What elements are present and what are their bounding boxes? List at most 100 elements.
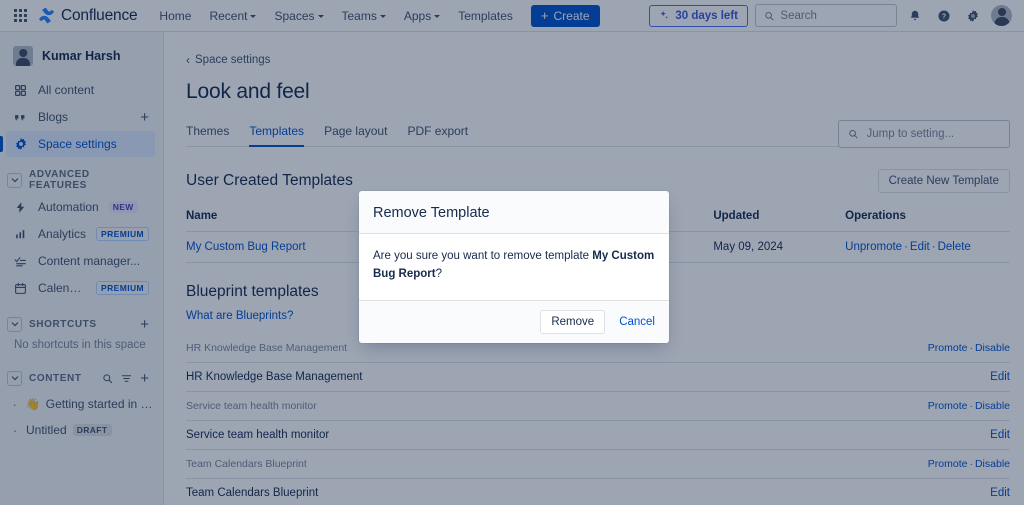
section-header-shortcuts: Shortcuts + [0,311,163,337]
user-avatar[interactable] [991,5,1012,26]
cell-blueprint-name: Service team health monitor [186,420,749,450]
what-are-blueprints-link[interactable]: What are Blueprints? [186,310,293,322]
nav-link-apps[interactable]: Apps [396,4,448,28]
nav-link-templates[interactable]: Templates [450,4,521,28]
nav-link-label: Recent [209,8,248,23]
avatar-head [19,49,27,57]
nav-link-recent[interactable]: Recent [201,4,264,28]
table-row: HR Knowledge Base Management Edit [186,362,1010,392]
global-search-box[interactable] [755,4,897,27]
chevron-down-icon [434,14,441,18]
promote-link[interactable]: Promote [928,400,968,412]
user-templates-header: User Created Templates Create New Templa… [186,169,1010,193]
trial-days-button[interactable]: 30 days left [649,4,748,27]
space-header[interactable]: Kumar Harsh [0,40,163,76]
sidebar-item-automation[interactable]: Automation New [6,194,155,220]
confluence-mark-icon [39,7,54,24]
edit-link[interactable]: Edit [990,487,1010,499]
tab-label: Page layout [324,124,388,138]
sidebar-item-blogs[interactable]: Blogs + [6,104,155,130]
cell-updated: May 09, 2024 [713,231,846,263]
add-shortcut-icon[interactable]: + [140,317,149,332]
sidebar-item-space-settings[interactable]: Space settings [0,131,155,157]
content-tree-item-getting-started[interactable]: · 👋 Getting started in C... [0,391,163,417]
cancel-button[interactable]: Cancel [619,316,655,328]
nav-link-spaces[interactable]: Spaces [266,4,331,28]
promote-link[interactable]: Promote [928,458,968,470]
cell-operations: Unpromote · Edit · Delete [845,231,1010,263]
app-switcher-icon[interactable] [8,4,32,28]
edit-link[interactable]: Edit [990,429,1010,441]
help-icon: ? [938,9,950,22]
add-blog-icon[interactable]: + [140,110,149,125]
cell-blueprint-name: Service team health monitor [186,391,749,421]
trial-days-label: 30 days left [675,9,738,22]
promote-link[interactable]: Promote [928,342,968,354]
section-title: Content [29,372,82,384]
sidebar-item-analytics[interactable]: Analytics Premium [6,221,155,247]
sidebar-item-label: Calendars [38,281,86,295]
bar-chart-icon [13,227,28,242]
section-title: Advanced features [29,169,90,191]
chevron-down-icon[interactable] [7,172,22,188]
disable-link[interactable]: Disable [975,400,1010,412]
sidebar-item-calendars[interactable]: Calendars Premium [6,275,155,301]
tab-templates[interactable]: Templates [249,124,304,147]
search-icon[interactable] [102,373,113,384]
cell-operations: Promote · Disable [748,334,1010,363]
nav-link-teams[interactable]: Teams [334,4,394,28]
notifications-button[interactable] [904,5,926,27]
tab-page-layout[interactable]: Page layout [324,124,387,146]
section-header-content: Content + [0,365,163,391]
space-avatar [13,46,33,66]
sparkle-icon [660,10,669,19]
svg-text:?: ? [942,13,946,20]
remove-confirm-button[interactable]: Remove [540,309,606,334]
section-header-advanced-features: Advanced features [0,167,163,193]
filter-icon[interactable] [121,373,132,384]
sidebar-item-all-content[interactable]: All content [6,77,155,103]
dialog-title: Remove Template [373,205,490,221]
unpromote-link[interactable]: Unpromote [845,241,902,253]
confluence-logo[interactable]: Confluence [38,7,138,25]
sidebar-item-label: Analytics [38,227,87,241]
table-row: Team Calendars Blueprint Promote · Disable [186,449,1010,479]
help-button[interactable]: ? [933,5,955,27]
content-tree-item-untitled[interactable]: · Untitled Draft [0,417,163,443]
search-icon [765,11,774,20]
jump-to-setting-box[interactable] [838,120,1010,148]
search-input[interactable] [780,9,888,22]
edit-link[interactable]: Edit [990,371,1010,383]
disable-link[interactable]: Disable [975,458,1010,470]
tree-bullet: · [12,422,18,438]
tab-label: Themes [186,124,230,138]
content-tree-item-label: Untitled [26,423,67,437]
template-name-link[interactable]: My Custom Bug Report [186,241,306,253]
create-button[interactable]: + Create [530,4,600,27]
add-content-icon[interactable]: + [140,371,149,386]
dialog-header: Remove Template [359,191,669,234]
edit-link[interactable]: Edit [910,241,930,253]
create-new-template-button[interactable]: Create New Template [877,169,1010,193]
delete-link[interactable]: Delete [938,241,971,253]
section-title: Shortcuts [29,318,97,330]
sidebar-item-content-manager[interactable]: Content manager... [6,248,155,274]
primary-nav-links: Home Recent Spaces Teams Apps Templates [151,4,520,28]
chevron-down-icon[interactable] [7,370,22,386]
nav-link-home[interactable]: Home [151,4,199,28]
settings-button[interactable] [962,5,984,27]
tab-themes[interactable]: Themes [186,124,229,146]
user-templates-title: User Created Templates [186,172,353,189]
dialog-message-prefix: Are you sure you want to remove template [373,250,593,262]
tab-pdf-export[interactable]: PDF export [407,124,468,146]
dialog-message-suffix: ? [435,267,443,280]
settings-gear-icon [968,9,978,22]
sidebar-item-label: Automation [38,200,99,214]
quote-icon [13,110,28,125]
jump-to-setting-input[interactable] [866,128,1000,140]
chevron-down-icon[interactable] [7,316,22,332]
cell-operations: Edit [748,420,1010,450]
disable-link[interactable]: Disable [975,342,1010,354]
breadcrumb[interactable]: ‹ Space settings [186,54,1010,66]
space-sidebar: Kumar Harsh All content Blogs + Space se… [0,32,164,505]
